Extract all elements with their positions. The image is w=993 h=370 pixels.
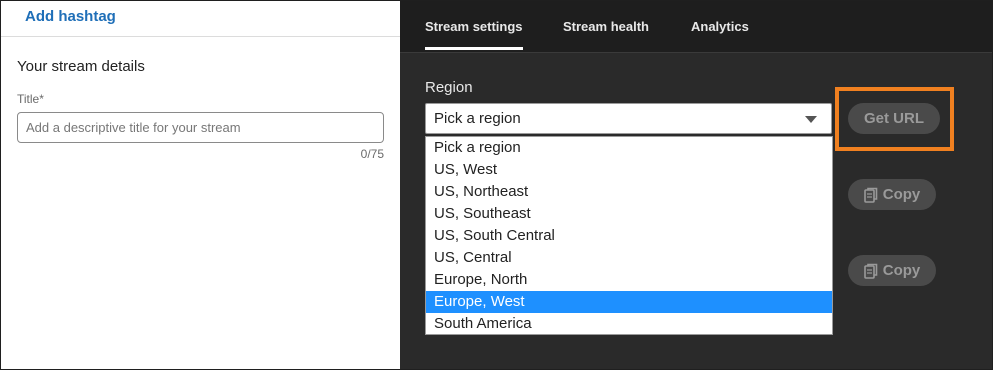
- region-option[interactable]: US, South Central: [426, 225, 832, 247]
- required-mark: *: [39, 92, 44, 106]
- region-dropdown-list: Pick a region US, West US, Northeast US,…: [425, 136, 833, 335]
- region-select[interactable]: Pick a region: [425, 103, 832, 134]
- region-label: Region: [425, 79, 473, 96]
- tab-stream-health[interactable]: Stream health: [563, 19, 649, 34]
- title-char-count: 0/75: [360, 147, 384, 161]
- stream-details-panel: Add hashtag Your stream details Title* 0…: [1, 1, 400, 369]
- tab-bar: Stream settings Stream health Analytics: [400, 7, 992, 53]
- stream-details-heading: Your stream details: [17, 58, 145, 75]
- stream-settings-panel: Stream settings Stream health Analytics …: [400, 1, 992, 369]
- chevron-down-icon: [805, 116, 817, 123]
- region-option[interactable]: US, Southeast: [426, 203, 832, 225]
- copy-icon: [863, 263, 878, 279]
- get-url-label: Get URL: [864, 110, 924, 127]
- region-select-value: Pick a region: [434, 110, 521, 127]
- divider: [1, 36, 400, 37]
- copy-label: Copy: [882, 262, 921, 279]
- copy-label: Copy: [882, 186, 921, 203]
- region-option[interactable]: South America: [426, 313, 832, 335]
- title-input[interactable]: [17, 112, 384, 143]
- tab-stream-settings[interactable]: Stream settings: [425, 19, 523, 50]
- region-option[interactable]: US, Central: [426, 247, 832, 269]
- tab-analytics[interactable]: Analytics: [691, 19, 749, 34]
- copy-icon: [863, 187, 878, 203]
- region-option[interactable]: Europe, North: [426, 269, 832, 291]
- add-hashtag-link[interactable]: Add hashtag: [25, 8, 116, 25]
- title-label-text: Title: [17, 92, 40, 106]
- region-option[interactable]: US, West: [426, 159, 832, 181]
- copy-button[interactable]: Copy: [848, 255, 936, 286]
- title-field-label: Title*: [17, 92, 44, 106]
- region-option-highlighted[interactable]: Europe, West: [426, 291, 832, 313]
- region-option[interactable]: US, Northeast: [426, 181, 832, 203]
- region-option[interactable]: Pick a region: [426, 137, 832, 159]
- get-url-button[interactable]: Get URL: [848, 103, 940, 134]
- copy-button[interactable]: Copy: [848, 179, 936, 210]
